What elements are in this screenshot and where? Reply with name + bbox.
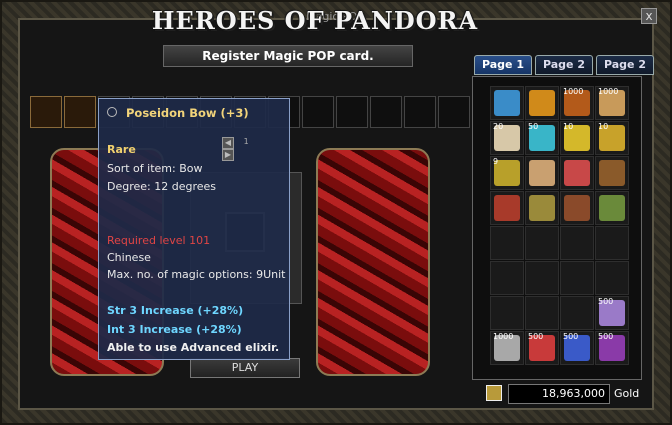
gold-label: Gold (614, 387, 640, 400)
tab-page-1[interactable]: Page 1 (474, 55, 532, 75)
inventory-slot[interactable]: 500 (525, 331, 559, 365)
inventory-slot[interactable] (525, 86, 559, 120)
pager-value: 1 (243, 137, 249, 146)
inventory-slot[interactable] (560, 296, 594, 330)
inventory-slot[interactable] (595, 156, 629, 190)
inventory-slot[interactable] (560, 191, 594, 225)
item-count: 500 (528, 332, 544, 341)
item-count: 10 (598, 122, 609, 131)
gold-row: 18,963,000 Gold (486, 384, 646, 404)
item-elixir: Able to use Advanced elixir. (107, 341, 280, 354)
play-button[interactable]: PLAY (190, 358, 300, 378)
item-name: Poseidon Bow (+3) (126, 106, 249, 120)
inventory-slot[interactable]: 500 (560, 331, 594, 365)
inventory-slot[interactable] (490, 191, 524, 225)
item-icon (529, 90, 555, 116)
inventory-slot[interactable] (525, 296, 559, 330)
item-count: 1000 (563, 87, 584, 96)
prev-arrow-icon[interactable]: ◀ (222, 137, 234, 149)
equip-slot[interactable] (30, 96, 62, 128)
item-icon (494, 195, 520, 221)
inventory-slot[interactable]: 1000 (490, 331, 524, 365)
item-icon (599, 160, 625, 186)
item-icon (564, 195, 590, 221)
inventory-slot[interactable]: 50 (525, 121, 559, 155)
inventory-slot[interactable] (595, 191, 629, 225)
item-count: 1000 (598, 87, 619, 96)
gold-amount: 18,963,000 (508, 384, 610, 404)
item-icon (529, 160, 555, 186)
item-count: 500 (598, 332, 614, 341)
inventory-slot[interactable] (525, 191, 559, 225)
equip-slot[interactable] (302, 96, 334, 128)
inventory-slot[interactable]: 10 (595, 121, 629, 155)
item-icon (599, 195, 625, 221)
inventory-slot[interactable]: 500 (595, 331, 629, 365)
inventory-slot[interactable] (490, 226, 524, 260)
item-icon (564, 160, 590, 186)
inventory-slot[interactable]: 9 (490, 156, 524, 190)
card-right[interactable] (316, 148, 430, 376)
item-count: 9 (493, 157, 499, 166)
item-magic-options: Max. no. of magic options: 9Unit (107, 268, 286, 281)
inventory-slot[interactable]: 1000 (595, 86, 629, 120)
inventory-slot[interactable] (595, 261, 629, 295)
circle-icon (107, 107, 117, 117)
inventory-slot[interactable]: 500 (595, 296, 629, 330)
inventory-slot[interactable] (525, 261, 559, 295)
inventory-slot[interactable]: 1000 (560, 86, 594, 120)
inventory-slot[interactable] (595, 226, 629, 260)
equip-slot[interactable] (404, 96, 436, 128)
item-degree: Degree: 12 degrees (107, 180, 217, 193)
item-count: 10 (563, 122, 574, 131)
tab-page-2[interactable]: Page 2 (535, 55, 593, 75)
item-icon (494, 90, 520, 116)
close-button[interactable]: x (641, 8, 657, 24)
window-title: HEROES OF PANDORA (151, 6, 479, 35)
inventory-slot[interactable] (560, 261, 594, 295)
inventory-slot[interactable]: 20 (490, 121, 524, 155)
item-count: 500 (598, 297, 614, 306)
item-stat-str: Str 3 Increase (+28%) (107, 304, 244, 317)
inventory-slot[interactable] (560, 226, 594, 260)
inventory-slot[interactable] (490, 296, 524, 330)
item-count: 50 (528, 122, 539, 131)
inventory-grid: 1000 1000 20 50 10 10 9 500 1000 500 500 500 (490, 86, 629, 365)
tooltip-pager: ◀ 1 ▶ (222, 137, 270, 161)
banner: Register Magic POP card. (163, 45, 413, 67)
inventory-slot[interactable] (560, 156, 594, 190)
tab-page-3[interactable]: Page 2 (596, 55, 654, 75)
item-sort: Sort of item: Bow (107, 162, 203, 175)
inventory-slot[interactable] (490, 261, 524, 295)
item-stat-int: Int 3 Increase (+28%) (107, 323, 242, 336)
item-count: 20 (493, 122, 504, 131)
inventory-slot[interactable] (525, 226, 559, 260)
gold-icon[interactable] (486, 385, 502, 401)
item-rarity: Rare (107, 143, 136, 156)
item-required-level: Required level 101 (107, 234, 211, 247)
equip-slot[interactable] (438, 96, 470, 128)
inventory-slot[interactable] (490, 86, 524, 120)
equip-slot[interactable] (370, 96, 402, 128)
item-tooltip: Poseidon Bow (+3) ◀ 1 ▶ Rare Sort of ite… (98, 98, 290, 360)
equip-slot[interactable] (64, 96, 96, 128)
item-icon (529, 195, 555, 221)
inventory-slot[interactable]: 10 (560, 121, 594, 155)
item-race: Chinese (107, 251, 151, 264)
inventory-slot[interactable] (525, 156, 559, 190)
equip-slot[interactable] (336, 96, 368, 128)
item-count: 500 (563, 332, 579, 341)
item-count: 1000 (493, 332, 514, 341)
next-arrow-icon[interactable]: ▶ (222, 149, 234, 161)
